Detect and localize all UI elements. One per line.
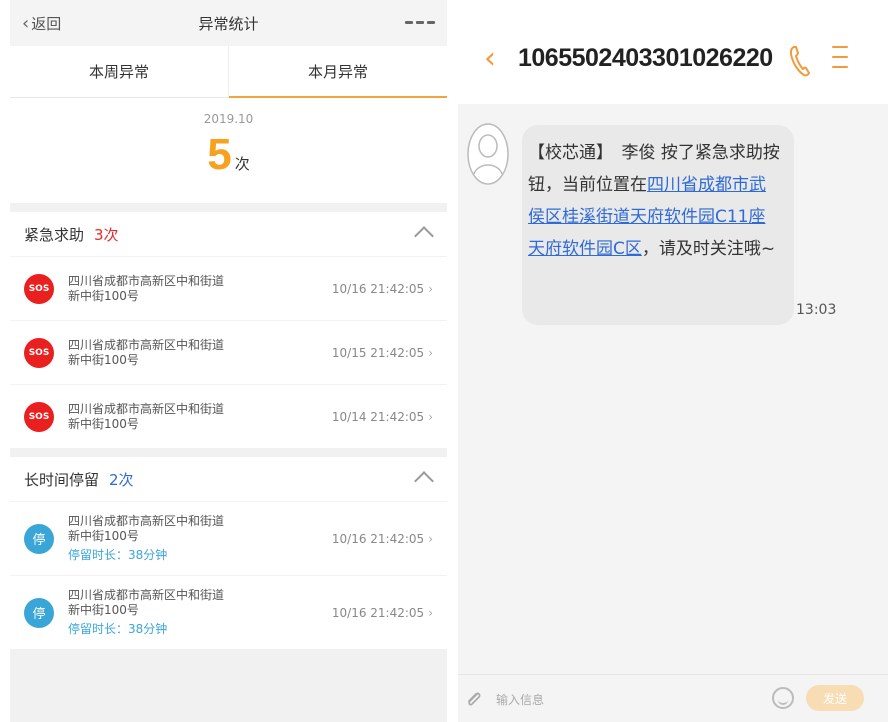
menu-icon[interactable] xyxy=(832,46,848,76)
item-address: 四川省成都市高新区中和街道 新中街100号 xyxy=(68,338,288,368)
address-line: 四川省成都市高新区中和街道 xyxy=(68,514,225,528)
list-item[interactable]: 停 四川省成都市高新区中和街道 新中街100号 停留时长：38分钟 10/16 … xyxy=(10,575,447,649)
time-text: 10/16 21:42:05 xyxy=(331,531,425,546)
list-item[interactable]: SOS 四川省成都市高新区中和街道 新中街100号 10/15 21:42:05… xyxy=(10,320,447,384)
chevron-left-icon[interactable]: ‹ xyxy=(484,44,496,74)
address-line: 新中街100号 xyxy=(68,603,139,617)
item-time: 10/16 21:42:05 › xyxy=(332,606,433,620)
stay-duration: 停留时长：38分钟 xyxy=(68,548,168,562)
summary-month: 2019.10 xyxy=(203,112,254,126)
back-button[interactable]: ‹ 返回 xyxy=(22,13,61,34)
chevron-right-icon: › xyxy=(428,281,433,296)
chevron-right-icon: › xyxy=(428,605,433,620)
message-bubble[interactable]: 【校芯通】 李俊 按了紧急求助按钮，当前位置在四川省成都市武侯区桂溪街道天府软件… xyxy=(522,125,794,325)
list-item[interactable]: SOS 四川省成都市高新区中和街道 新中街100号 10/14 21:42:05… xyxy=(10,384,447,448)
address-line: 四川省成都市高新区中和街道 xyxy=(68,273,225,288)
time-text: 10/16 21:42:05 xyxy=(331,281,425,296)
message-input[interactable]: 输入信息 xyxy=(496,691,544,708)
sos-icon: SOS xyxy=(24,337,54,368)
time-text: 10/14 21:42:05 xyxy=(331,409,425,424)
address-line: 新中街100号 xyxy=(68,416,139,431)
list-item[interactable]: SOS 四川省成都市高新区中和街道 新中街100号 10/16 21:42:05… xyxy=(10,256,447,320)
sms-header: ‹ 1065502403301026220 xyxy=(458,0,888,104)
summary-count: 5次 xyxy=(10,130,447,180)
back-label: 返回 xyxy=(31,15,62,33)
item-address: 四川省成都市高新区中和街道 新中街100号 停留时长：38分钟 xyxy=(68,514,288,563)
summary-count-number: 5 xyxy=(207,130,232,179)
send-button[interactable]: 发送 xyxy=(806,685,864,711)
emoji-icon[interactable] xyxy=(772,687,794,709)
item-time: 10/15 21:42:05 › xyxy=(332,346,433,360)
page-title: 异常统计 xyxy=(198,14,259,33)
message-input-bar: 输入信息 发送 xyxy=(458,674,888,722)
sender-number: 1065502403301026220 xyxy=(518,44,773,72)
address-line: 四川省成都市高新区中和街道 xyxy=(68,588,225,602)
item-address: 四川省成都市高新区中和街道 新中街100号 停留时长：38分钟 xyxy=(68,588,288,637)
address-line: 新中街100号 xyxy=(68,529,139,543)
paperclip-icon[interactable] xyxy=(464,689,484,709)
avatar xyxy=(467,123,509,185)
section-count: 3次 xyxy=(94,225,119,244)
stay-section: 长时间停留 2次 停 四川省成都市高新区中和街道 新中街100号 停留时长：38… xyxy=(10,457,447,649)
tab-bar: 本周异常 本月异常 xyxy=(10,46,447,98)
sos-section: 紧急求助 3次 SOS 四川省成都市高新区中和街道 新中街100号 10/16 … xyxy=(10,212,447,448)
more-icon[interactable] xyxy=(405,21,435,24)
stay-icon: 停 xyxy=(24,597,54,628)
stats-screen: ‹ 返回 异常统计 本周异常 本月异常 2019.10 5次 紧急求助 3次 S… xyxy=(10,0,447,722)
item-time: 10/16 21:42:05 › xyxy=(332,282,433,296)
item-time: 10/14 21:42:05 › xyxy=(332,410,433,424)
chevron-right-icon: › xyxy=(428,345,433,360)
tab-month[interactable]: 本月异常 xyxy=(228,46,447,98)
address-line: 新中街100号 xyxy=(68,352,139,367)
sos-icon: SOS xyxy=(24,401,54,432)
section-count: 2次 xyxy=(109,470,134,489)
message-time: 13:03 xyxy=(796,302,837,318)
month-summary: 2019.10 5次 xyxy=(10,98,447,203)
time-text: 10/16 21:42:05 xyxy=(331,605,425,620)
chevron-right-icon: › xyxy=(428,409,433,424)
address-line: 四川省成都市高新区中和街道 xyxy=(68,401,225,416)
item-address: 四川省成都市高新区中和街道 新中街100号 xyxy=(68,402,288,432)
nav-bar: ‹ 返回 异常统计 xyxy=(10,0,447,46)
item-address: 四川省成都市高新区中和街道 新中街100号 xyxy=(68,274,288,304)
address-line: 四川省成都市高新区中和街道 xyxy=(68,337,225,352)
sms-screen: ‹ 1065502403301026220 【校芯通】 李俊 按了紧急求助按钮，… xyxy=(458,0,888,722)
phone-icon[interactable] xyxy=(788,44,812,78)
message-text-end: ，请及时关注哦~ xyxy=(641,239,776,259)
summary-count-unit: 次 xyxy=(234,155,250,173)
time-text: 10/15 21:42:05 xyxy=(331,345,425,360)
section-title: 紧急求助 xyxy=(24,225,85,244)
chevron-right-icon: › xyxy=(428,531,433,546)
tab-week[interactable]: 本周异常 xyxy=(10,46,228,97)
chevron-up-icon[interactable] xyxy=(414,471,434,491)
stay-duration: 停留时长：38分钟 xyxy=(68,622,168,636)
stay-section-header[interactable]: 长时间停留 2次 xyxy=(10,457,447,501)
address-line: 新中街100号 xyxy=(68,288,139,303)
list-item[interactable]: 停 四川省成都市高新区中和街道 新中街100号 停留时长：38分钟 10/16 … xyxy=(10,501,447,575)
sos-section-header[interactable]: 紧急求助 3次 xyxy=(10,212,447,256)
chevron-left-icon: ‹ xyxy=(22,13,30,34)
chevron-up-icon[interactable] xyxy=(414,226,434,246)
stay-icon: 停 xyxy=(24,523,54,554)
sos-icon: SOS xyxy=(24,273,54,304)
section-title: 长时间停留 xyxy=(24,470,100,489)
item-time: 10/16 21:42:05 › xyxy=(332,532,433,546)
